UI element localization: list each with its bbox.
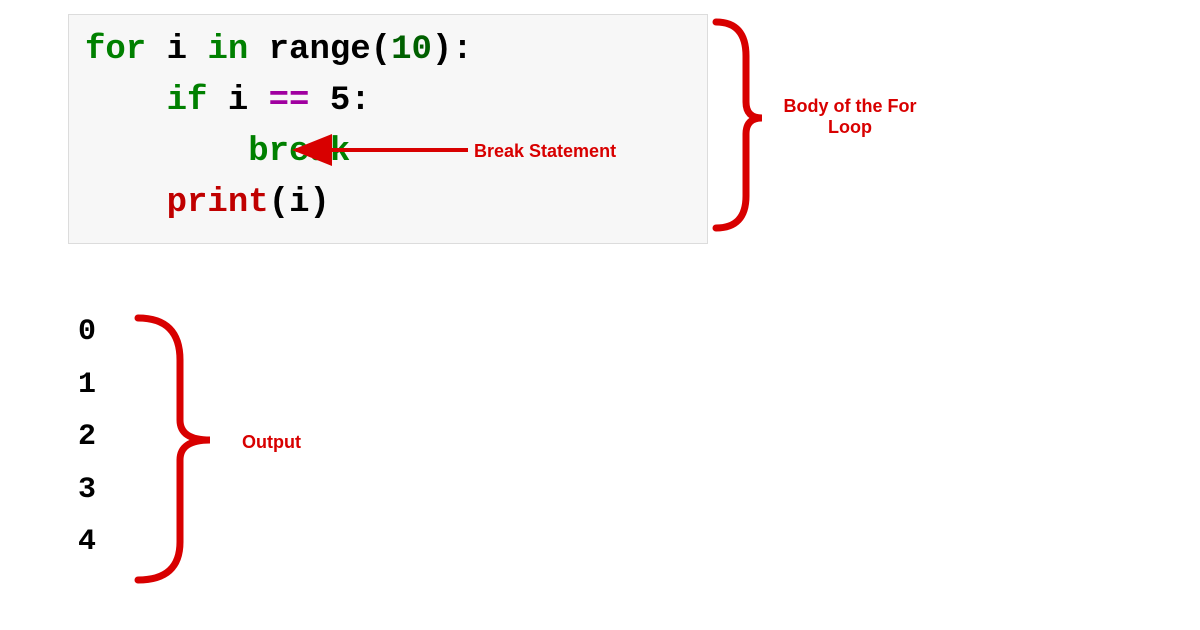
indent [85, 82, 167, 120]
output-line: 1 [78, 359, 96, 412]
output-line: 4 [78, 516, 96, 569]
var-i: i [146, 31, 207, 69]
indent [85, 184, 167, 222]
keyword-for: for [85, 31, 146, 69]
output-brace-icon [138, 318, 210, 580]
output-line: 3 [78, 464, 96, 517]
body-line-b: Loop [770, 117, 930, 138]
body-line-a: Body of the For [770, 96, 930, 117]
keyword-break: break [248, 133, 350, 171]
code-line-2: if i == 5: [85, 76, 691, 127]
output-line: 2 [78, 411, 96, 464]
break-statement-label: Break Statement [474, 141, 616, 162]
output-line: 0 [78, 306, 96, 359]
range-arg: 10 [391, 31, 432, 69]
output-label: Output [242, 432, 301, 453]
keyword-in: in [207, 31, 248, 69]
paren-close: ) [309, 184, 329, 222]
fn-print: print [167, 184, 269, 222]
cond-right: 5 [309, 82, 350, 120]
code-block: for i in range(10): if i == 5: break pri… [68, 14, 708, 244]
op-eq: == [269, 82, 310, 120]
keyword-if: if [167, 82, 208, 120]
cond-left: i [207, 82, 268, 120]
indent [85, 133, 248, 171]
paren-open: ( [371, 31, 391, 69]
print-arg: i [289, 184, 309, 222]
body-brace-icon [716, 22, 762, 228]
body-of-for-loop-label: Body of the For Loop [770, 96, 930, 138]
fn-range: range [248, 31, 370, 69]
paren-open: ( [269, 184, 289, 222]
colon: : [350, 82, 370, 120]
paren-close-colon: ): [432, 31, 473, 69]
code-line-1: for i in range(10): [85, 25, 691, 76]
output-block: 0 1 2 3 4 [78, 306, 96, 569]
code-line-4: print(i) [85, 178, 691, 229]
